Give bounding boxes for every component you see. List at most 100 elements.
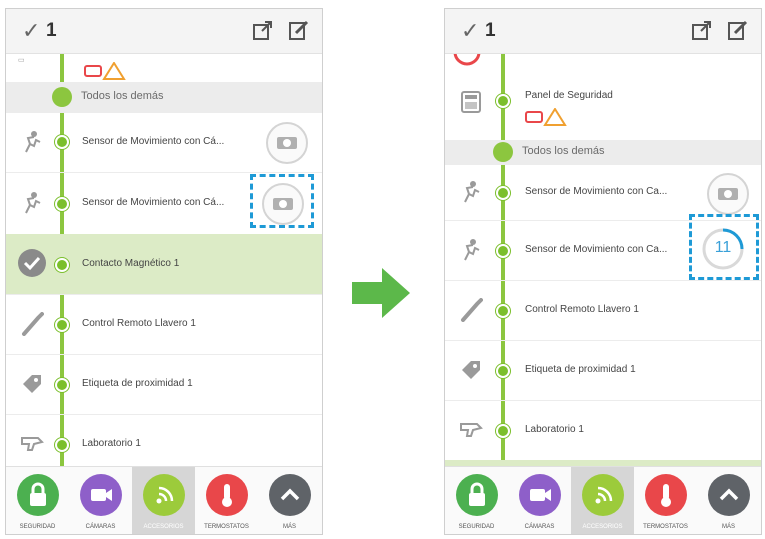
list-item[interactable]: Control Remoto Llavero 1 <box>445 280 761 341</box>
list-item[interactable]: Sensor de Movimiento con Ca... 11 <box>445 214 761 281</box>
edit-icon[interactable] <box>727 19 749 41</box>
device-name: Sensor de Movimiento con Cá... <box>82 197 225 208</box>
list-item[interactable]: Sensor de Movimiento con Cá... <box>6 112 322 173</box>
nav-accesorios[interactable]: ACCESORIOS <box>571 467 634 534</box>
top-bar: ✓ 1 <box>445 9 761 54</box>
list-item[interactable]: Etiqueta de proximidad 1 <box>445 340 761 401</box>
motion-sensor-icon <box>25 192 41 214</box>
arrow-right-icon <box>352 268 410 318</box>
outlet-icon <box>21 437 44 451</box>
right-screen: ✓ 1 Panel de Seguridad Todos los demás S… <box>444 8 762 535</box>
video-camera-icon <box>519 474 561 516</box>
list-item[interactable]: Laboratorio 1 <box>445 400 761 461</box>
list-item[interactable]: Sensor de Movimiento con Ca... <box>445 164 761 221</box>
nav-seguridad[interactable]: SEGURIDAD <box>445 467 508 534</box>
device-name: Laboratorio 1 <box>525 424 584 435</box>
status-icons <box>84 62 126 80</box>
highlight-box <box>689 214 759 280</box>
list-item[interactable]: Laboratorio 1 <box>6 414 322 466</box>
check-icon[interactable]: ✓ <box>461 18 479 44</box>
timeline-dot <box>496 186 510 200</box>
wifi-icon <box>582 474 624 516</box>
check-circle-icon[interactable] <box>17 248 47 278</box>
camera-icon <box>718 188 738 200</box>
nav-mas[interactable]: MÁS <box>697 467 760 534</box>
status-icons <box>525 108 567 126</box>
nav-mas[interactable]: MÁS <box>258 467 321 534</box>
motion-sensor-icon <box>464 239 480 261</box>
thermometer-icon <box>645 474 687 516</box>
panel-icon: ▭ <box>18 57 25 64</box>
camera-button[interactable] <box>266 122 308 164</box>
timeline-dot <box>55 135 69 149</box>
lock-icon <box>17 474 59 516</box>
video-camera-icon <box>80 474 122 516</box>
bottom-nav: SEGURIDAD CÁMARAS ACCESORIOS TERMOSTATOS… <box>6 466 322 534</box>
nav-label: CÁMARAS <box>524 524 555 530</box>
lock-icon <box>456 474 498 516</box>
nav-label: SEGURIDAD <box>19 524 56 530</box>
outlet-icon <box>460 423 483 437</box>
alarm-icon <box>453 54 481 66</box>
thermometer-icon <box>206 474 248 516</box>
nav-label: ACCESORIOS <box>143 524 184 530</box>
list-item[interactable]: Sensor de Movimiento con Cá... <box>6 172 322 235</box>
nav-termostatos[interactable]: TERMOSTATOS <box>634 467 697 534</box>
list-item[interactable]: ▭ <box>6 54 322 83</box>
nav-label: CÁMARAS <box>85 524 116 530</box>
device-name: Etiqueta de proximidad 1 <box>82 378 193 389</box>
device-name: Sensor de Movimiento con Ca... <box>525 186 668 197</box>
nav-label: TERMOSTATOS <box>204 524 249 530</box>
device-list: ▭ Todos los demás Sensor de Movimiento c… <box>6 54 322 466</box>
motion-sensor-icon <box>464 181 480 203</box>
nav-label: SEGURIDAD <box>458 524 495 530</box>
camera-button[interactable] <box>707 173 749 215</box>
timeline-dot <box>55 258 69 272</box>
keypad-icon <box>461 91 481 113</box>
selected-count: 1 <box>46 20 57 41</box>
timeline-dot <box>496 304 510 318</box>
tag-icon <box>462 361 480 379</box>
edit-icon[interactable] <box>288 19 310 41</box>
nav-termostatos[interactable]: TERMOSTATOS <box>195 467 258 534</box>
timeline-dot <box>496 94 510 108</box>
camera-icon <box>277 137 297 149</box>
list-item-selected[interactable]: Contacto Magnético 1 <box>6 234 322 295</box>
share-icon[interactable] <box>252 19 274 41</box>
check-icon[interactable]: ✓ <box>22 18 40 44</box>
nav-accesorios[interactable]: ACCESORIOS <box>132 467 195 534</box>
list-item[interactable]: Panel de Seguridad <box>445 72 761 143</box>
list-item[interactable]: Etiqueta de proximidad 1 <box>6 354 322 415</box>
timeline-dot <box>55 197 69 211</box>
remote-icon <box>22 312 44 336</box>
share-icon[interactable] <box>691 19 713 41</box>
device-name: Panel de Seguridad <box>525 90 613 101</box>
highlight-box <box>250 174 314 228</box>
chevron-down-icon[interactable] <box>52 87 72 107</box>
left-screen: ✓ 1 ▭ Todos los demás Sensor de Movimien… <box>5 8 323 535</box>
motion-sensor-icon <box>25 131 41 153</box>
timeline-dot <box>496 364 510 378</box>
chevron-up-icon <box>708 474 750 516</box>
timeline-dot <box>496 244 510 258</box>
remote-icon <box>461 298 483 322</box>
selected-count: 1 <box>485 20 496 41</box>
device-list: Panel de Seguridad Todos los demás Senso… <box>445 54 761 466</box>
bottom-nav: SEGURIDAD CÁMARAS ACCESORIOS TERMOSTATOS… <box>445 466 761 534</box>
nav-seguridad[interactable]: SEGURIDAD <box>6 467 69 534</box>
chevron-down-icon[interactable] <box>493 142 513 162</box>
timeline-dot <box>55 378 69 392</box>
nav-camaras[interactable]: CÁMARAS <box>508 467 571 534</box>
top-bar: ✓ 1 <box>6 9 322 54</box>
timeline-dot <box>55 438 69 452</box>
group-header[interactable]: Todos los demás <box>445 140 761 165</box>
list-item[interactable]: Control Remoto Llavero 1 <box>6 294 322 355</box>
tag-icon <box>23 375 41 393</box>
group-label: Todos los demás <box>81 90 164 102</box>
group-header[interactable]: Todos los demás <box>6 82 322 113</box>
device-name: Control Remoto Llavero 1 <box>525 304 639 315</box>
nav-camaras[interactable]: CÁMARAS <box>69 467 132 534</box>
nav-label: ACCESORIOS <box>582 524 623 530</box>
nav-label: MÁS <box>282 524 296 530</box>
device-name: Contacto Magnético 1 <box>82 258 180 269</box>
